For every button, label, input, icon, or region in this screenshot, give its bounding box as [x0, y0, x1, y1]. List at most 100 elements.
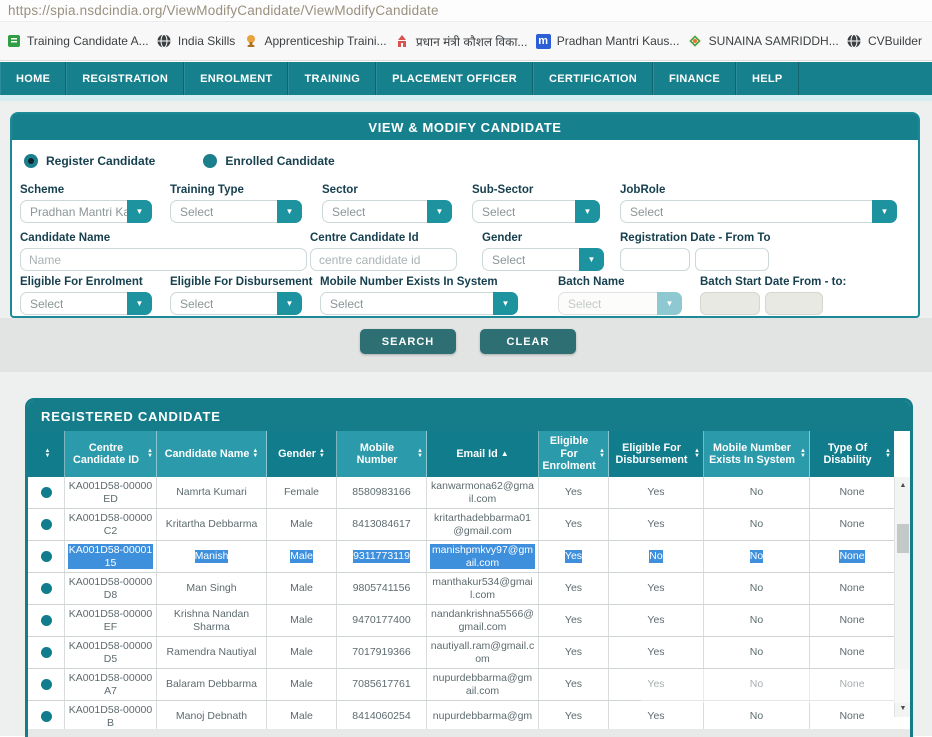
bookmark-training-candidate[interactable]: Training Candidate A... — [6, 34, 149, 49]
column-header[interactable]: Centre Candidate ID▲▼ — [65, 431, 157, 477]
column-header[interactable]: Eligible For Disbursement▲▼ — [609, 431, 704, 477]
radio-enrolled-candidate[interactable]: Enrolled Candidate — [203, 154, 334, 168]
nav-item-certification[interactable]: CERTIFICATION — [533, 62, 653, 95]
cell-text: Yes — [565, 582, 582, 594]
row-radio-icon[interactable] — [41, 583, 52, 594]
table-row[interactable]: KA001D58-00000A7Balaram DebbarmaMale7085… — [28, 669, 894, 701]
url-bar[interactable]: https://spia.nsdcindia.org/ViewModifyCan… — [0, 0, 932, 22]
nav-item-training[interactable]: TRAINING — [288, 62, 376, 95]
table-row[interactable]: KA001D58-0000115ManishMale9311773119mani… — [28, 541, 894, 573]
table-cell: Male — [267, 541, 337, 572]
cell-text: 7085617761 — [352, 678, 410, 690]
cell-text: Male — [290, 518, 313, 530]
radio-unselected-icon[interactable] — [203, 154, 217, 168]
url-text[interactable]: https://spia.nsdcindia.org/ViewModifyCan… — [8, 3, 439, 18]
column-header[interactable]: Email Id▲ — [427, 431, 539, 477]
row-radio-icon[interactable] — [41, 551, 52, 562]
table-cell: None — [810, 605, 894, 636]
radio-register-candidate[interactable]: Register Candidate — [24, 154, 155, 168]
nav-item-registration[interactable]: REGISTRATION — [66, 62, 184, 95]
cell-text: None — [839, 582, 864, 594]
bookmark-cvbuilder[interactable]: CVBuilder — [847, 34, 922, 49]
cell-text: Yes — [565, 678, 582, 690]
row-select-cell[interactable] — [28, 509, 65, 540]
batch-dates-label: Batch Start Date From - to: — [700, 276, 846, 288]
row-select-cell[interactable] — [28, 637, 65, 668]
registration-date-from-input[interactable] — [620, 248, 690, 271]
column-header[interactable]: Mobile Number Exists In System▲▼ — [704, 431, 810, 477]
row-radio-icon[interactable] — [41, 615, 52, 626]
search-button[interactable]: SEARCH — [360, 329, 456, 354]
bookmark-pradhan-mantri[interactable]: m Pradhan Mantri Kaus... — [536, 34, 680, 49]
eligible-disbursement-select[interactable]: Select ▼ — [170, 292, 302, 315]
candidate-name-label: Candidate Name — [20, 232, 307, 244]
bookmark-pmkvy-hindi[interactable]: प्रधान मंत्री कौशल विका... — [395, 33, 528, 50]
column-header[interactable]: ▲▼ — [28, 431, 65, 477]
eligible-enrolment-select[interactable]: Select ▼ — [20, 292, 152, 315]
candidate-name-input[interactable] — [20, 248, 307, 271]
cell-text: None — [839, 550, 864, 562]
cell-text: Yes — [647, 710, 664, 722]
row-select-cell[interactable] — [28, 669, 65, 700]
column-header[interactable]: Gender▲▼ — [267, 431, 337, 477]
jobrole-select[interactable]: Select ▼ — [620, 200, 897, 223]
cell-text: 9470177400 — [352, 614, 410, 626]
row-radio-icon[interactable] — [41, 647, 52, 658]
row-select-cell[interactable] — [28, 477, 65, 508]
panel-title-bar: VIEW & MODIFY CANDIDATE — [12, 114, 918, 140]
row-select-cell[interactable] — [28, 541, 65, 572]
row-radio-icon[interactable] — [41, 487, 52, 498]
bookmark-sunaina[interactable]: SUNAINA SAMRIDDH... — [688, 34, 839, 49]
table-row[interactable]: KA001D58-00000D8Man SinghMale9805741156m… — [28, 573, 894, 605]
sort-icon: ▲▼ — [800, 449, 806, 460]
table-row[interactable]: KA001D58-00000D5Ramendra NautiyalMale701… — [28, 637, 894, 669]
nav-item-home[interactable]: HOME — [0, 62, 66, 95]
training-type-select[interactable]: Select ▼ — [170, 200, 302, 223]
nav-item-help[interactable]: HELP — [736, 62, 799, 95]
table-cell: kritarthadebbarma01@gmail.com — [427, 509, 539, 540]
scroll-up-icon[interactable]: ▲ — [895, 477, 911, 494]
table-row[interactable]: KA001D58-00000EFKrishna Nandan SharmaMal… — [28, 605, 894, 637]
bookmark-label: CVBuilder — [868, 34, 922, 48]
nav-item-placement-officer[interactable]: PLACEMENT OFFICER — [376, 62, 533, 95]
sort-icon: ▲▼ — [252, 449, 258, 460]
column-header[interactable]: Mobile Number▲▼ — [337, 431, 427, 477]
table-cell: No — [704, 573, 810, 604]
vertical-scrollbar[interactable]: ▲ ▼ — [894, 477, 910, 717]
nav-item-finance[interactable]: FINANCE — [653, 62, 736, 95]
scroll-down-icon[interactable]: ▼ — [895, 700, 911, 717]
row-select-cell[interactable] — [28, 573, 65, 604]
cell-text: KA001D58-00000B — [68, 704, 153, 728]
table-cell: Yes — [609, 637, 704, 668]
scrollbar-thumb[interactable] — [897, 524, 909, 553]
select-value: Select — [330, 297, 363, 311]
table-cell: 7017919366 — [337, 637, 427, 668]
bookmark-apprenticeship[interactable]: Apprenticeship Traini... — [244, 34, 387, 49]
cell-text: No — [750, 486, 763, 498]
column-header[interactable]: Type Of Disability▲▼ — [810, 431, 894, 477]
cell-text: Namrta Kumari — [176, 486, 247, 498]
table-row[interactable]: KA001D58-00000EDNamrta KumariFemale85809… — [28, 477, 894, 509]
scheme-select[interactable]: Pradhan Mantri Kaus ▼ — [20, 200, 152, 223]
bookmark-india-skills[interactable]: India Skills — [157, 34, 235, 49]
sector-select[interactable]: Select ▼ — [322, 200, 452, 223]
mobile-exists-select[interactable]: Select ▼ — [320, 292, 518, 315]
cell-text: 8413084617 — [352, 518, 410, 530]
centre-candidate-id-input[interactable] — [310, 248, 457, 271]
row-radio-icon[interactable] — [41, 679, 52, 690]
clear-button[interactable]: CLEAR — [480, 329, 576, 354]
cell-text: Yes — [647, 614, 664, 626]
row-radio-icon[interactable] — [41, 519, 52, 530]
registration-date-to-input[interactable] — [695, 248, 769, 271]
red-monument-icon — [395, 34, 410, 49]
table-row[interactable]: KA001D58-00000C2Kritartha DebbarmaMale84… — [28, 509, 894, 541]
row-radio-icon[interactable] — [41, 711, 52, 722]
sub-sector-select[interactable]: Select ▼ — [472, 200, 600, 223]
gender-select[interactable]: Select ▼ — [482, 248, 604, 271]
nav-item-enrolment[interactable]: ENROLMENT — [184, 62, 288, 95]
row-select-cell[interactable] — [28, 701, 65, 732]
radio-selected-icon[interactable] — [24, 154, 38, 168]
row-select-cell[interactable] — [28, 605, 65, 636]
column-header[interactable]: Candidate Name▲▼ — [157, 431, 267, 477]
column-header[interactable]: Eligible For Enrolment▲▼ — [539, 431, 609, 477]
